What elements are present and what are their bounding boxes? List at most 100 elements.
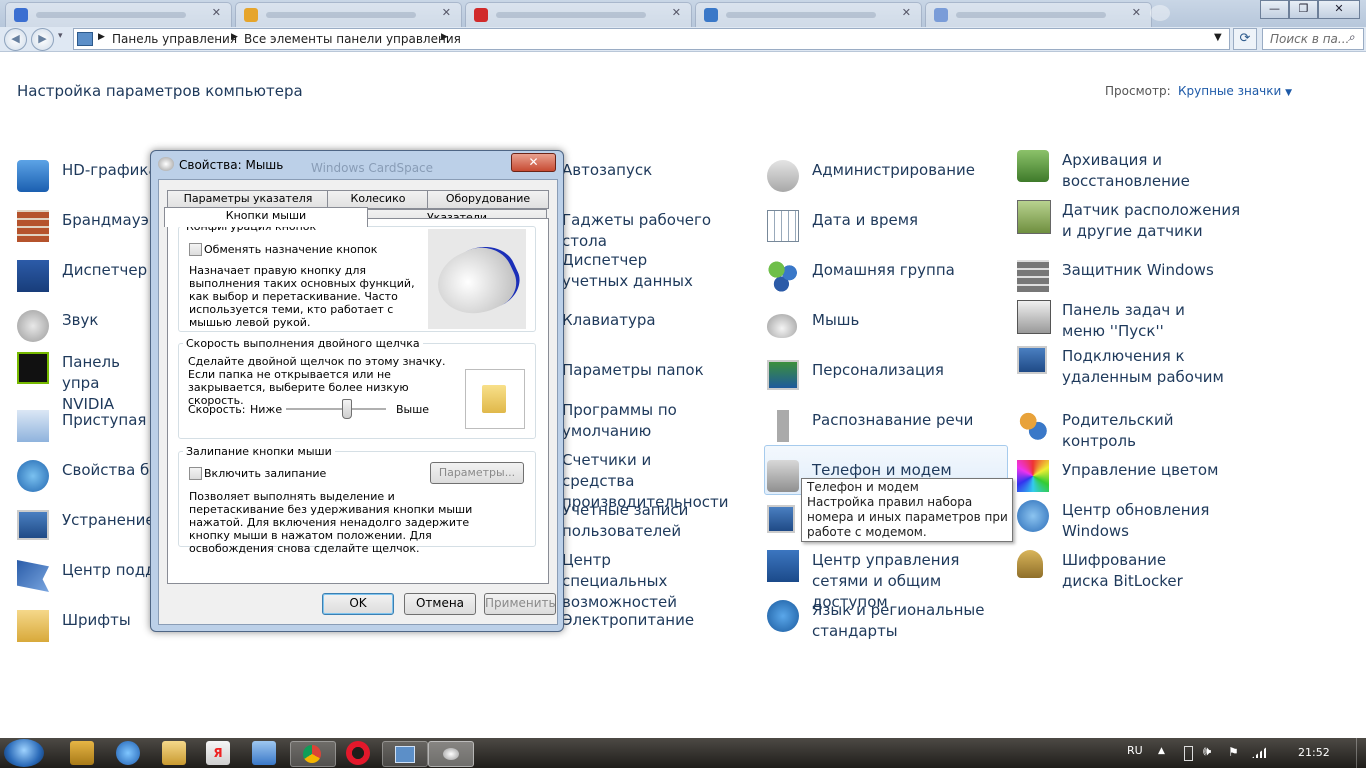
breadcrumb-all-items[interactable]: Все элементы панели управления bbox=[244, 32, 461, 46]
tab-close-icon[interactable]: ✕ bbox=[672, 6, 681, 19]
click-lock-settings-button[interactable]: Параметры... bbox=[430, 462, 524, 484]
cp-item-mouse[interactable]: Мышь bbox=[767, 310, 1007, 358]
internet-explorer-icon[interactable] bbox=[116, 741, 140, 765]
apply-button[interactable]: Применить bbox=[484, 593, 556, 615]
breadcrumb-control-panel[interactable]: Панель управления bbox=[112, 32, 237, 46]
media-player-icon[interactable] bbox=[70, 741, 94, 765]
cp-item-date-time[interactable]: Дата и время bbox=[767, 210, 1007, 258]
double-click-legend: Скорость выполнения двойного щелчка bbox=[186, 337, 420, 350]
dialog-close-button[interactable]: ✕ bbox=[511, 153, 556, 172]
action-center-flag-icon[interactable]: ⚑ bbox=[1228, 745, 1239, 759]
speed-slider-thumb[interactable] bbox=[342, 399, 352, 419]
speaker-icon bbox=[17, 310, 49, 342]
cp-item-network-center[interactable]: Центр управления сетями и общим доступом bbox=[767, 550, 1007, 611]
tab-close-icon[interactable]: ✕ bbox=[212, 6, 221, 19]
cp-item-homegroup[interactable]: Домашняя группа bbox=[767, 260, 1007, 308]
maximize-button[interactable]: ❐ bbox=[1289, 0, 1318, 19]
minimize-button[interactable]: — bbox=[1260, 0, 1289, 19]
cp-item-label: Родительский контроль bbox=[1062, 411, 1174, 450]
search-placeholder: Поиск в па... bbox=[1270, 32, 1350, 46]
search-icon[interactable]: ⌕ bbox=[1348, 30, 1355, 45]
volume-icon[interactable]: 🕪 bbox=[1203, 744, 1211, 759]
cp-item-label: Центр специальных возможностей bbox=[562, 551, 677, 611]
cp-item-personalization[interactable]: Персонализация bbox=[767, 360, 1007, 408]
tab-close-icon[interactable]: ✕ bbox=[442, 6, 451, 19]
opera-icon[interactable] bbox=[346, 741, 370, 765]
cp-item-taskbar-start[interactable]: Панель задач и меню ''Пуск'' bbox=[1017, 300, 1257, 348]
speed-slider-track[interactable] bbox=[286, 408, 386, 411]
tab-hardware[interactable]: Оборудование bbox=[427, 190, 549, 209]
click-lock-description: Позволяет выполнять выделение и перетаск… bbox=[189, 490, 473, 555]
back-button[interactable]: ◀ bbox=[4, 28, 27, 51]
folder-icon[interactable] bbox=[482, 385, 506, 413]
cp-item-bitlocker[interactable]: Шифрование диска BitLocker bbox=[1017, 550, 1257, 598]
browser-tab[interactable]: ✕ bbox=[235, 2, 462, 27]
tab-favicon-icon bbox=[474, 8, 488, 22]
address-dropdown-icon[interactable]: ▼ bbox=[1214, 32, 1222, 43]
history-dropdown-icon[interactable]: ▾ bbox=[58, 31, 63, 41]
cp-item-label: Язык и региональные стандарты bbox=[812, 601, 985, 640]
close-button[interactable]: ✕ bbox=[1318, 0, 1360, 19]
browser-tab[interactable]: ✕ bbox=[695, 2, 922, 27]
intel-graphics-icon bbox=[17, 160, 49, 192]
cp-item-region[interactable]: Язык и региональные стандарты bbox=[767, 600, 1007, 648]
cp-item-label: Защитник Windows bbox=[1062, 261, 1214, 279]
cp-item-backup[interactable]: Архивация и восстановление bbox=[1017, 150, 1257, 198]
cp-item-label: Панель задач и меню ''Пуск'' bbox=[1062, 301, 1185, 340]
cp-item-remote[interactable]: Подключения к удаленным рабочим bbox=[1017, 346, 1257, 394]
refresh-icon[interactable]: ⟳ bbox=[1233, 28, 1257, 50]
cp-item-sensors[interactable]: Датчик расположения и другие датчики bbox=[1017, 200, 1257, 248]
audio-manager-icon bbox=[17, 260, 49, 292]
breadcrumb-separator-icon[interactable]: ▶ bbox=[231, 32, 238, 42]
breadcrumb-separator-icon[interactable]: ▶ bbox=[98, 32, 105, 42]
tab-panel: Конфигурация кнопок Обменять назначение … bbox=[167, 218, 549, 584]
mouse-properties-taskbar-button[interactable] bbox=[428, 741, 474, 767]
color-management-icon bbox=[1017, 460, 1049, 492]
explorer-folder-icon[interactable] bbox=[162, 741, 186, 765]
swap-buttons-checkbox[interactable] bbox=[189, 243, 202, 256]
click-lock-checkbox[interactable] bbox=[189, 467, 202, 480]
browser-tab[interactable]: ✕ bbox=[465, 2, 692, 27]
cp-item-label: Распознавание речи bbox=[812, 411, 974, 429]
app-icon[interactable] bbox=[252, 741, 276, 765]
phone-modem-icon bbox=[767, 460, 799, 492]
network-signal-icon[interactable] bbox=[1252, 746, 1268, 758]
battery-icon[interactable] bbox=[1184, 746, 1193, 761]
cp-item-label: Учетные записи пользователей bbox=[562, 501, 689, 540]
cancel-button[interactable]: Отмена bbox=[404, 593, 476, 615]
cp-item-admin-tools[interactable]: Администрирование bbox=[767, 160, 1007, 208]
double-click-description: Сделайте двойной щелчок по этому значку.… bbox=[188, 355, 446, 407]
ok-button[interactable]: OK bbox=[322, 593, 394, 615]
calendar-clock-icon bbox=[767, 210, 799, 242]
cp-item-label: Центр обновления Windows bbox=[1062, 501, 1210, 540]
double-click-test-area[interactable] bbox=[465, 369, 525, 429]
tab-close-icon[interactable]: ✕ bbox=[1132, 6, 1141, 19]
troubleshoot-icon bbox=[17, 510, 49, 540]
tab-close-icon[interactable]: ✕ bbox=[902, 6, 911, 19]
view-mode-dropdown[interactable]: Крупные значки ▼ bbox=[1178, 84, 1292, 98]
admin-tools-icon bbox=[767, 160, 799, 192]
search-input[interactable]: Поиск в па... ⌕ bbox=[1262, 28, 1364, 50]
clock[interactable]: 21:52 bbox=[1298, 746, 1330, 759]
forward-button[interactable]: ▶ bbox=[31, 28, 54, 51]
language-indicator[interactable]: RU bbox=[1127, 744, 1143, 757]
start-button[interactable] bbox=[4, 739, 44, 767]
show-hidden-icons-icon[interactable]: ▲ bbox=[1158, 746, 1165, 756]
dialog-body: Параметры указателя Колесико Оборудовани… bbox=[158, 179, 558, 625]
show-desktop-button[interactable] bbox=[1356, 738, 1366, 768]
browser-tab[interactable]: ✕ bbox=[5, 2, 232, 27]
browser-tab[interactable]: ✕ bbox=[925, 2, 1152, 27]
new-tab-icon[interactable] bbox=[1150, 5, 1170, 21]
cp-item-windows-update[interactable]: Центр обновления Windows bbox=[1017, 500, 1257, 548]
background-window-title: Windows CardSpace bbox=[311, 161, 434, 175]
cp-item-label: Программы по умолчанию bbox=[562, 401, 677, 440]
control-panel-taskbar-button[interactable] bbox=[382, 741, 428, 767]
breadcrumb-separator-icon[interactable]: ▶ bbox=[441, 32, 448, 42]
microphone-icon bbox=[767, 410, 799, 442]
taskbar: Я RU ▲ 🕪 ⚑ 21:52 bbox=[0, 738, 1366, 768]
yandex-icon[interactable]: Я bbox=[206, 741, 230, 765]
chrome-taskbar-button[interactable] bbox=[290, 741, 336, 767]
address-bar[interactable]: ▶ Панель управления ▶ Все элементы панел… bbox=[73, 28, 1230, 50]
tab-buttons[interactable]: Кнопки мыши bbox=[164, 207, 368, 227]
cp-item-parental[interactable]: Родительский контроль bbox=[1017, 410, 1257, 458]
